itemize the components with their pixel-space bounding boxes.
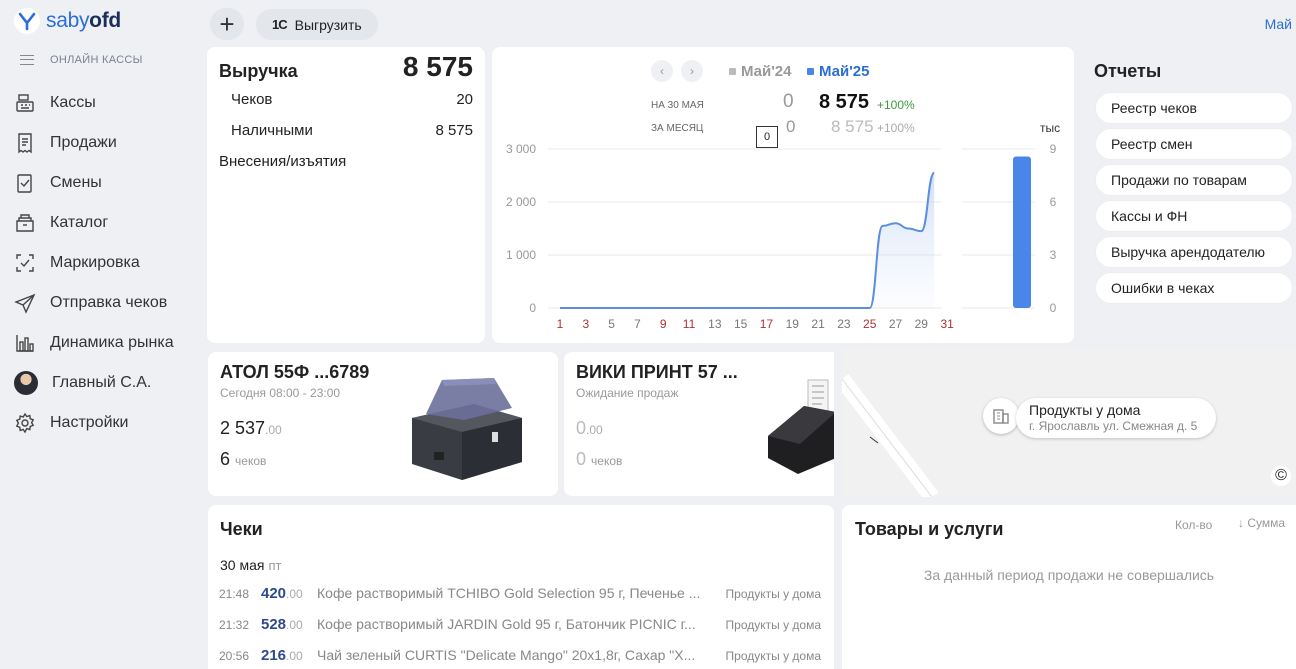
menu-icon[interactable] (20, 55, 34, 65)
shift-icon (17, 174, 32, 193)
month-bar (1013, 156, 1031, 308)
kassa-card-viki[interactable]: ВИКИ ПРИНТ 57 ... Ожидание продаж 0.00 0… (564, 352, 834, 496)
y-tick-label: 1 000 (506, 248, 536, 262)
revenue-row-cash[interactable]: Наличными 8 575 (231, 122, 473, 139)
map-copyright-icon[interactable]: © (1271, 466, 1291, 486)
report-checks-registry[interactable]: Реестр чеков (1096, 93, 1292, 123)
sidebar-item-smeny[interactable]: Смены (14, 163, 200, 203)
bar-y-tick-label: 9 (1050, 142, 1057, 156)
table-row[interactable]: 20:56 216.00 Чай зеленый CURTIS "Delicat… (219, 647, 823, 669)
x-tick-label: 11 (683, 317, 696, 331)
checks-date: 30 мая пт (220, 557, 282, 573)
report-kassy-fn[interactable]: Кассы и ФН (1096, 201, 1292, 231)
sidebar-item-markirovka[interactable]: Маркировка (14, 243, 200, 283)
report-shifts-registry[interactable]: Реестр смен (1096, 129, 1292, 159)
receipt-icon (18, 133, 32, 154)
x-tick-label: 9 (660, 317, 667, 331)
sidebar-item-settings[interactable]: Настройки (14, 403, 200, 443)
x-tick-label: 31 (940, 317, 954, 331)
x-tick-label: 3 (582, 317, 589, 331)
revenue-row-checks[interactable]: Чеков 20 (231, 91, 473, 108)
x-tick-label: 29 (915, 317, 929, 331)
printer-image (412, 378, 522, 480)
shop-pin[interactable] (983, 398, 1019, 434)
cash-register-icon (16, 94, 34, 112)
sidebar-item-otpravka[interactable]: Отправка чеков (14, 283, 200, 323)
y-tick-label: 2 000 (506, 195, 536, 209)
send-icon (14, 293, 36, 314)
add-button[interactable]: + (210, 8, 244, 40)
x-tick-label: 23 (837, 317, 851, 331)
bar-y-tick-label: 6 (1050, 195, 1057, 209)
marking-icon (16, 254, 34, 272)
printer-image-2 (768, 379, 834, 474)
kassa-card-atol[interactable]: АТОЛ 55Ф ...6789 Сегодня 08:00 - 23:00 2… (208, 352, 558, 496)
gear-icon (15, 412, 35, 434)
sort-qty[interactable]: Кол-во (1175, 518, 1212, 532)
sidebar: sabуofd ОНЛАЙН КАССЫ Кассы Продажи Смены… (0, 0, 200, 669)
report-landlord-revenue[interactable]: Выручка арендодателю (1096, 237, 1292, 267)
x-tick-label: 5 (608, 317, 615, 331)
sidebar-item-dinamika[interactable]: Динамика рынка (14, 323, 200, 363)
y-tick-label: 0 (529, 301, 536, 315)
x-tick-label: 27 (889, 317, 903, 331)
x-tick-label: 15 (734, 317, 748, 331)
logo[interactable]: sabуofd (14, 8, 121, 34)
deposits-link[interactable]: Внесения/изъятия (219, 153, 346, 170)
checks-title: Чеки (220, 519, 263, 539)
chart-card: ‹ › Май'24 Май'25 НА 30 МАЯ 0 8 575 +100… (492, 47, 1074, 343)
table-row[interactable]: 21:48 420.00 Кофе растворимый TCHIBO Gol… (219, 585, 823, 607)
sidebar-nav: Кассы Продажи Смены Каталог Маркировка О… (14, 83, 200, 443)
kassa-sum: 2 537.00 (220, 418, 282, 438)
x-tick-label: 1 (557, 317, 564, 331)
x-tick-label: 7 (634, 317, 641, 331)
bar-y-tick-label: 3 (1050, 248, 1057, 262)
kassa-title: ВИКИ ПРИНТ 57 ... (576, 362, 738, 382)
catalog-icon (16, 214, 34, 232)
kassa-count: 0 чеков (576, 449, 623, 469)
reports-title: Отчеты (1094, 61, 1162, 81)
table-row[interactable]: 21:32 528.00 Кофе растворимый JARDIN Gol… (219, 616, 823, 638)
bar-y-tick-label: 0 (1050, 301, 1057, 315)
revenue-card: Выручка 8 575 Чеков 20 Наличными 8 575 В… (207, 47, 485, 343)
avatar (14, 371, 38, 395)
goods-empty-message: За данный период продажи не совершались (923, 567, 1215, 583)
report-check-errors[interactable]: Ошибки в чеках (1096, 273, 1292, 303)
sidebar-item-user[interactable]: Главный С.А. (14, 363, 200, 403)
kassa-count: 6 чеков (220, 449, 267, 469)
x-tick-label: 19 (786, 317, 800, 331)
x-tick-label: 13 (708, 317, 722, 331)
kassa-title: АТОЛ 55Ф ...6789 (220, 362, 370, 382)
section-label[interactable]: ОНЛАЙН КАССЫ (20, 54, 143, 66)
sidebar-item-kassy[interactable]: Кассы (14, 83, 200, 123)
period-selector[interactable]: Май (1265, 16, 1292, 32)
goods-title: Товары и услуги (855, 519, 1004, 539)
onec-icon: 1С (272, 17, 288, 32)
x-tick-label: 21 (811, 317, 825, 331)
kassa-sum: 0.00 (576, 418, 603, 438)
checks-card: Чеки 30 мая пт 21:48 420.00 Кофе раствори… (208, 505, 834, 669)
bar-chart-icon (16, 335, 34, 352)
x-tick-label: 17 (760, 317, 774, 331)
y-tick-label: 3 000 (506, 142, 536, 156)
kassa-status: Ожидание продаж (576, 386, 679, 400)
plus-icon: + (219, 9, 235, 39)
sidebar-item-katalog[interactable]: Каталог (14, 203, 200, 243)
revenue-chart[interactable]: 01 0002 0003 000 1 3 5 7 9 11 13 15 17 19 21 23 25 27… (492, 47, 1074, 343)
logo-text: sabуofd (46, 9, 121, 32)
shop-label[interactable]: Продукты у дома г. Ярославль ул. Смежная… (1016, 398, 1216, 438)
report-sales-by-goods[interactable]: Продажи по товарам (1096, 165, 1292, 195)
kassa-hours: Сегодня 08:00 - 23:00 (220, 386, 341, 400)
goods-card: Товары и услуги Кол-во ↓ Сумма За данный… (842, 505, 1296, 669)
export-button[interactable]: 1С Выгрузить (256, 9, 378, 40)
sort-sum[interactable]: ↓ Сумма (1238, 516, 1285, 530)
logo-icon (14, 8, 40, 34)
building-icon (993, 409, 1009, 424)
revenue-title: Выручка (219, 61, 298, 81)
sidebar-item-prodazhi[interactable]: Продажи (14, 123, 200, 163)
x-tick-label: 25 (863, 317, 877, 331)
reports-panel: Отчеты Реестр чеков Реестр смен Продажи … (1082, 47, 1296, 343)
revenue-total[interactable]: 8 575 (403, 51, 473, 83)
